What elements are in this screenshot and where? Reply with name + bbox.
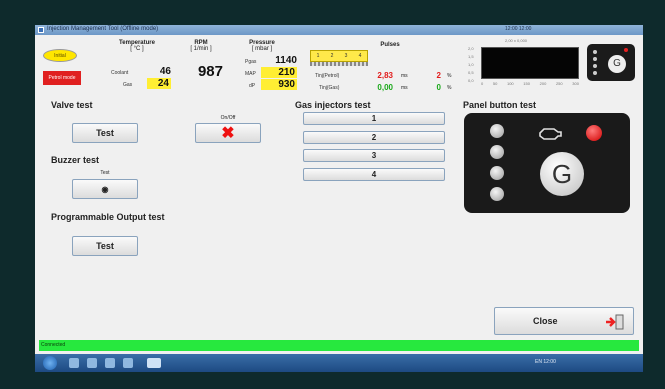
injector-1-button[interactable]: 1: [303, 112, 445, 125]
tinj-petrol-unit: ms: [401, 73, 408, 79]
taskbar-app-icon[interactable]: [123, 358, 133, 368]
programmable-output-test-button[interactable]: Test: [72, 236, 138, 256]
on-off-label: On/Off: [220, 115, 236, 121]
connection-status-bar: Connected: [39, 340, 639, 351]
rpm-header: RPM[ 1/min ]: [190, 40, 212, 52]
scope-y-axis: 2,0 1,5 1,0 0,5 0,0: [468, 46, 474, 83]
petrol-percent: 2: [436, 71, 441, 80]
system-tray: EN 12:00: [535, 359, 556, 365]
tinj-petrol-value: 2,83: [377, 71, 393, 80]
programmable-output-title: Programmable Output test: [51, 212, 165, 222]
map-label: MAP: [245, 71, 256, 77]
speaker-icon: ◉: [101, 184, 109, 194]
scope-title: 2,00 x 0,000: [505, 38, 528, 43]
pgas-label: Pgas: [245, 59, 257, 65]
buzzer-test-button[interactable]: ◉: [72, 179, 138, 199]
tinj-gas-unit: ms: [401, 85, 408, 91]
taskbar-app-icon[interactable]: [105, 358, 115, 368]
injector-4-button[interactable]: 4: [303, 168, 445, 181]
scope-x-axis: 0 50 100 150 200 250 300: [481, 81, 579, 86]
dp-label: dP: [249, 83, 256, 89]
g-button[interactable]: G: [540, 152, 584, 196]
dp-value: 930: [261, 79, 297, 90]
panel-button-1[interactable]: [490, 124, 504, 138]
exit-door-icon: [606, 314, 624, 330]
os-taskbar: EN 12:00: [35, 354, 643, 372]
mini-panel-dot: [593, 50, 597, 54]
control-panel: G: [464, 113, 630, 213]
injector-3-button[interactable]: 3: [303, 149, 445, 162]
tinj-gas-value: 0,00: [377, 83, 393, 92]
close-button[interactable]: Close: [494, 307, 634, 335]
scope-graph: [481, 47, 579, 79]
valve-test-button[interactable]: Test: [72, 123, 138, 143]
panel-button-3[interactable]: [490, 166, 504, 180]
gas-percent-unit: %: [447, 85, 452, 91]
taskbar-app-icon[interactable]: [87, 358, 97, 368]
connection-status-text: Connected: [41, 342, 66, 348]
taskbar-app-icon[interactable]: [69, 358, 79, 368]
mini-panel-dot: [593, 57, 597, 61]
title-bar: Injection Management Tool (Offline mode)…: [35, 25, 643, 35]
mode-indicator: Petrol mode: [43, 71, 81, 85]
mini-panel-dot: [593, 71, 597, 75]
panel-button-4[interactable]: [490, 187, 504, 201]
pulse-strip: [310, 62, 368, 66]
injector-2-button[interactable]: 2: [303, 131, 445, 144]
mini-panel-preview: G: [587, 44, 635, 81]
coolant-value: 46: [159, 66, 171, 77]
gas-percent: 0: [436, 83, 441, 92]
pressure-header: Pressure[ mbar ]: [249, 40, 275, 52]
status-indicator: Initial: [43, 49, 77, 62]
mini-panel-g-button: G: [608, 55, 626, 73]
app-icon: [38, 27, 44, 33]
mini-panel-dot: [593, 64, 597, 68]
tinj-petrol-label: Tinj(Petrol): [315, 73, 340, 79]
engine-icon: [539, 128, 562, 140]
on-off-toggle-button[interactable]: ✖: [195, 123, 261, 143]
valve-test-title: Valve test: [51, 100, 93, 110]
map-value: 210: [261, 67, 297, 78]
window-title: Injection Management Tool (Offline mode): [47, 26, 159, 32]
start-button[interactable]: [43, 356, 57, 370]
title-bar-info: 12:00 12:00: [505, 26, 532, 32]
gas-temp-value: 24: [147, 78, 171, 89]
close-label: Close: [533, 316, 558, 326]
mini-panel-led: [624, 48, 628, 52]
pulses-header: Pulses: [380, 42, 400, 48]
buzzer-test-title: Buzzer test: [51, 155, 100, 165]
panel-button-2[interactable]: [490, 145, 504, 159]
temperature-header: Temperature[ °C ]: [119, 40, 155, 52]
injector-pulse-bar: 1234: [310, 50, 368, 62]
buzzer-test-caption: Test: [100, 170, 110, 176]
gas-injectors-title: Gas injectors test: [295, 100, 371, 110]
taskbar-active-app-icon[interactable]: [147, 358, 161, 368]
petrol-percent-unit: %: [447, 73, 452, 79]
coolant-label: Coolant: [111, 70, 129, 76]
tinj-gas-label: Tinj(Gas): [319, 85, 340, 91]
pgas-value: 1140: [275, 55, 297, 66]
status-led: [586, 125, 602, 141]
panel-button-test-title: Panel button test: [463, 100, 537, 110]
application-window: Injection Management Tool (Offline mode)…: [35, 25, 643, 372]
rpm-value: 987: [197, 63, 223, 80]
gas-temp-label: Gas: [123, 82, 133, 88]
off-x-icon: ✖: [221, 125, 235, 142]
